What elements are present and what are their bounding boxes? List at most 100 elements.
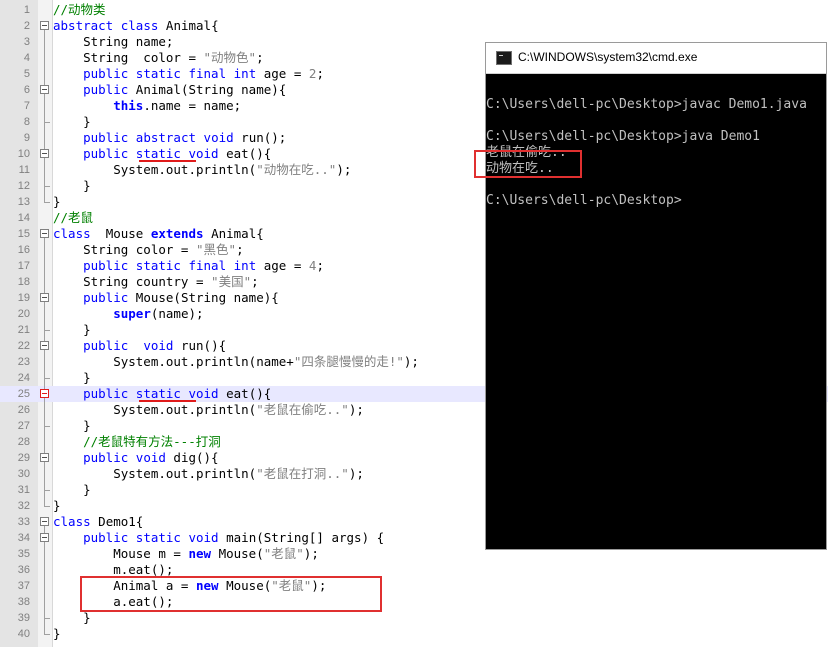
line-number: 19 — [17, 292, 30, 304]
line-number: 1 — [23, 4, 30, 16]
code-text: public static final int age = 4; — [53, 258, 324, 273]
fold-toggle-icon[interactable] — [38, 18, 52, 34]
static-underline-mouse-eat — [139, 400, 196, 402]
code-text: String name; — [53, 34, 174, 49]
fold-guide — [38, 34, 52, 50]
fold-end-marker — [38, 626, 52, 642]
cmd-output-line: C:\Users\dell-pc\Desktop> — [486, 193, 682, 208]
line-number: 25 — [17, 388, 30, 400]
fold-guide — [38, 306, 52, 322]
fold-guide — [38, 258, 52, 274]
fold-end-marker — [38, 370, 52, 386]
code-text: } — [53, 178, 91, 193]
fold-end-marker — [38, 610, 52, 626]
fold-guide — [38, 354, 52, 370]
cmd-output-line — [486, 113, 826, 129]
line-number: 22 — [17, 340, 30, 352]
fold-end-marker — [38, 418, 52, 434]
cmd-output-line — [486, 81, 826, 97]
line-number: 26 — [17, 404, 30, 416]
code-text: } — [53, 114, 91, 129]
code-text: System.out.println(name+"四条腿慢慢的走!"); — [53, 354, 419, 369]
line-number: 33 — [17, 516, 30, 528]
fold-guide — [38, 594, 52, 610]
code-text: public Animal(String name){ — [53, 82, 287, 97]
code-text: } — [53, 610, 91, 625]
line-number: 35 — [17, 548, 30, 560]
code-text: this.name = name; — [113, 98, 242, 113]
cmd-output-line: C:\Users\dell-pc\Desktop>javac Demo1.jav… — [486, 97, 807, 112]
highlight-box-animal-eat-output — [474, 150, 582, 178]
line-number: 6 — [23, 84, 30, 96]
fold-toggle-icon[interactable] — [38, 146, 52, 162]
fold-guide — [38, 274, 52, 290]
line-number: 30 — [17, 468, 30, 480]
code-text: System.out.println("老鼠在打洞.."); — [53, 466, 364, 481]
code-line[interactable]: 39 } — [0, 610, 828, 626]
line-number: 5 — [23, 68, 30, 80]
code-text: //动物类 — [53, 2, 106, 17]
fold-toggle-icon[interactable] — [38, 226, 52, 242]
code-text: abstract class Animal{ — [53, 18, 219, 33]
fold-guide — [38, 210, 52, 226]
line-number: 23 — [17, 356, 30, 368]
line-number: 11 — [18, 164, 30, 176]
cmd-output-line: C:\Users\dell-pc\Desktop>java Demo1 — [486, 129, 760, 144]
fold-guide — [38, 2, 52, 18]
code-line[interactable]: 1 //动物类 — [0, 2, 828, 18]
line-number: 14 — [17, 212, 30, 224]
code-text: } — [53, 626, 61, 641]
code-text: public void dig(){ — [53, 450, 219, 465]
fold-toggle-icon[interactable] — [38, 290, 52, 306]
line-number: 31 — [17, 484, 30, 496]
line-number: 8 — [23, 116, 30, 128]
line-number: 27 — [17, 420, 30, 432]
fold-toggle-icon[interactable] — [38, 450, 52, 466]
fold-toggle-icon[interactable] — [38, 82, 52, 98]
fold-toggle-icon[interactable] — [38, 338, 52, 354]
line-number: 20 — [17, 308, 30, 320]
code-text: public abstract void run(); — [53, 130, 287, 145]
fold-guide — [38, 434, 52, 450]
fold-guide — [38, 98, 52, 114]
code-text: //老鼠特有方法---打洞 — [53, 434, 221, 449]
fold-toggle-icon[interactable] — [38, 514, 52, 530]
fold-toggle-icon[interactable] — [38, 530, 52, 546]
line-number: 32 — [17, 500, 30, 512]
fold-end-marker — [38, 482, 52, 498]
code-text: } — [53, 498, 61, 513]
cmd-output-line — [486, 177, 826, 193]
code-text: } — [53, 194, 61, 209]
line-number: 16 — [17, 244, 30, 256]
fold-end-marker — [38, 498, 52, 514]
fold-toggle-icon[interactable] — [38, 386, 52, 402]
fold-guide — [38, 466, 52, 482]
line-number: 15 — [17, 228, 30, 240]
cmd-window[interactable]: C:\WINDOWS\system32\cmd.exe C:\Users\del… — [474, 42, 827, 550]
fold-guide — [38, 242, 52, 258]
cmd-window-title: C:\WINDOWS\system32\cmd.exe — [518, 50, 698, 64]
fold-guide — [38, 66, 52, 82]
line-number: 40 — [17, 628, 30, 640]
code-text: System.out.println("老鼠在偷吃.."); — [53, 402, 364, 417]
fold-guide — [38, 50, 52, 66]
line-number: 12 — [17, 180, 30, 192]
fold-end-marker — [38, 322, 52, 338]
line-number: 10 — [17, 148, 30, 160]
line-number: 29 — [17, 452, 30, 464]
line-number: 2 — [23, 20, 30, 32]
fold-end-marker — [38, 178, 52, 194]
code-line[interactable]: 40} — [0, 626, 828, 642]
line-number: 37 — [17, 580, 30, 592]
code-text: String color = "黑色"; — [53, 242, 244, 257]
code-text: super(name); — [113, 306, 204, 321]
code-text: } — [53, 482, 91, 497]
fold-guide — [38, 578, 52, 594]
code-text: //老鼠 — [53, 210, 94, 225]
cmd-titlebar[interactable]: C:\WINDOWS\system32\cmd.exe — [486, 43, 826, 74]
fold-guide — [38, 546, 52, 562]
code-line[interactable]: 2 abstract class Animal{ — [0, 18, 828, 34]
code-text: System.out.println("动物在吃.."); — [53, 162, 352, 177]
line-number: 9 — [23, 132, 30, 144]
code-text: class Demo1{ — [53, 514, 144, 529]
